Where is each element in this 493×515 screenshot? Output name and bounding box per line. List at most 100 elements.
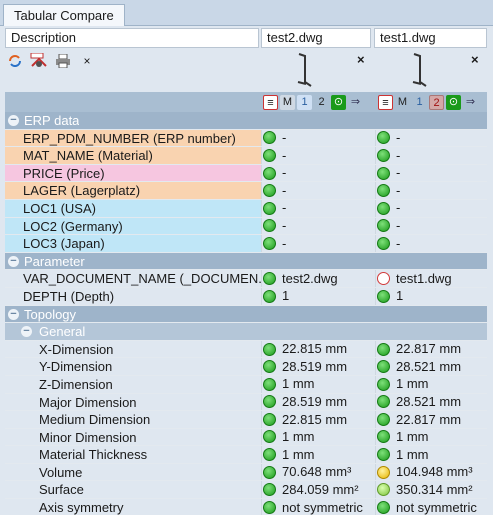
section-header-parameter[interactable]: − Parameter [5,252,487,271]
section-header-general[interactable]: − General [5,323,487,341]
status-dot-icon [263,184,276,198]
value-text: - [282,200,287,216]
status-dot-icon [263,500,276,514]
table-row[interactable]: Axis symmetry not symmetric not symmetric [5,499,487,515]
value-cell: 28.521 mm [377,358,487,375]
table-row[interactable]: Y-Dimension 28.519 mm 28.521 mm [5,358,487,376]
table-row[interactable]: PRICE (Price) - - [5,164,487,183]
export-icon[interactable]: ⇒ [463,95,478,110]
table-row[interactable]: DEPTH (Depth) 1 1 [5,288,487,306]
close-file2-button[interactable]: × [471,52,479,67]
table-row[interactable]: LOC3 (Japan) - - [5,235,487,253]
value-text: 22.817 mm [396,411,462,427]
collapse-toggle-icon[interactable]: − [8,308,19,320]
row-label: LAGER (Lagerplatz) [5,182,261,199]
row-label: Minor Dimension [39,429,137,445]
section-header-erp[interactable]: − ERP data [5,112,487,130]
value-text: - [396,182,401,198]
value-cell: - [377,147,487,164]
value-cell: - [263,165,375,182]
file1-header[interactable]: test2.dwg [261,28,371,48]
value-cell: - [377,130,487,147]
value-text: - [282,147,287,163]
refresh-icon[interactable] [6,53,24,69]
table-row[interactable]: LOC1 (USA) - - [5,199,487,218]
mode-m-button[interactable]: M [395,95,410,110]
value-cell: 22.817 mm [377,411,487,428]
value-cell: 1 [377,288,487,305]
value-text: 1 [396,288,404,304]
status-icon[interactable]: ⊙ [446,95,461,110]
row-label: Y-Dimension [39,359,113,375]
value-cell: 28.521 mm [377,394,487,411]
tab-tabular-compare[interactable]: Tabular Compare [3,4,125,26]
description-header[interactable]: Description [5,28,259,48]
table-row[interactable]: X-Dimension 22.815 mm 22.817 mm [5,341,487,359]
value-cell: 1 mm [263,429,375,446]
table-row[interactable]: LAGER (Lagerplatz) - - [5,182,487,200]
value-cell: - [263,200,375,217]
row-label: VAR_DOCUMENT_NAME (_DOCUMEN... [23,271,261,287]
collapse-toggle-icon[interactable]: − [21,326,32,338]
value-cell: - [263,235,375,252]
value-text: - [282,218,287,234]
print-icon[interactable] [54,53,72,69]
status-dot-icon [377,377,390,391]
value-cell: 350.314 mm² [377,481,487,498]
collapse-toggle-icon[interactable]: − [8,115,19,126]
table-row[interactable]: Minor Dimension 1 mm 1 mm [5,429,487,447]
section-label: Topology [24,306,77,322]
table-row[interactable]: MAT_NAME (Material) - - [5,147,487,165]
value-cell: - [263,147,375,164]
row-label: MAT_NAME (Material) [5,147,261,164]
table-row[interactable]: Volume 70.648 mm³ 104.948 mm³ [5,464,487,482]
value-cell: 1 mm [377,446,487,463]
status-dot-icon [263,360,276,374]
status-dot-icon [377,465,390,479]
cad-icon[interactable] [30,53,48,69]
export-icon[interactable]: ⇒ [348,95,363,110]
list-icon[interactable]: ≡ [378,95,393,110]
status-dot-icon [263,342,276,356]
view-2-button[interactable]: 2 [314,95,329,110]
list-icon[interactable]: ≡ [263,95,278,110]
status-dot-icon [263,412,276,426]
close-icon[interactable]: × [78,53,96,69]
status-dot-icon [263,272,276,286]
table-row[interactable]: LOC2 (Germany) - - [5,217,487,236]
row-label: Major Dimension [39,394,137,410]
value-text: - [282,130,287,146]
status-dot-icon [263,148,276,162]
table-row[interactable]: Z-Dimension 1 mm 1 mm [5,376,487,394]
status-dot-icon [377,219,390,233]
table-row[interactable]: Material Thickness 1 mm 1 mm [5,446,487,464]
value-text: 1 mm [396,446,429,462]
collapse-toggle-icon[interactable]: − [8,255,19,267]
table-row[interactable]: ERP_PDM_NUMBER (ERP number) - - [5,129,487,148]
status-dot-icon [377,448,390,462]
status-dot-icon [377,500,390,514]
section-label: Parameter [24,253,85,269]
table-row[interactable]: Major Dimension 28.519 mm 28.521 mm [5,394,487,412]
view-2-button[interactable]: 2 [429,95,444,110]
file2-header[interactable]: test1.dwg [374,28,487,48]
view-1-button[interactable]: 1 [297,95,312,110]
table-row[interactable]: Surface 284.059 mm² 350.314 mm² [5,481,487,500]
value-cell: not symmetric [377,499,487,515]
status-icon[interactable]: ⊙ [331,95,346,110]
row-label: LOC3 (Japan) [5,235,261,252]
value-text: not symmetric [396,499,477,515]
value-cell: - [377,200,487,217]
tab-bar: Tabular Compare [0,0,493,26]
close-file1-button[interactable]: × [357,52,365,67]
table-row[interactable]: Medium Dimension 22.815 mm 22.817 mm [5,411,487,429]
status-dot-icon [263,448,276,462]
table-row[interactable]: VAR_DOCUMENT_NAME (_DOCUMEN... test2.dwg t… [5,270,487,288]
section-header-topology[interactable]: − Topology [5,305,487,324]
view-1-button[interactable]: 1 [412,95,427,110]
value-cell: - [377,218,487,235]
status-dot-icon [263,465,276,479]
value-text: 1 mm [282,446,315,462]
mode-m-button[interactable]: M [280,95,295,110]
value-text: - [396,147,401,163]
